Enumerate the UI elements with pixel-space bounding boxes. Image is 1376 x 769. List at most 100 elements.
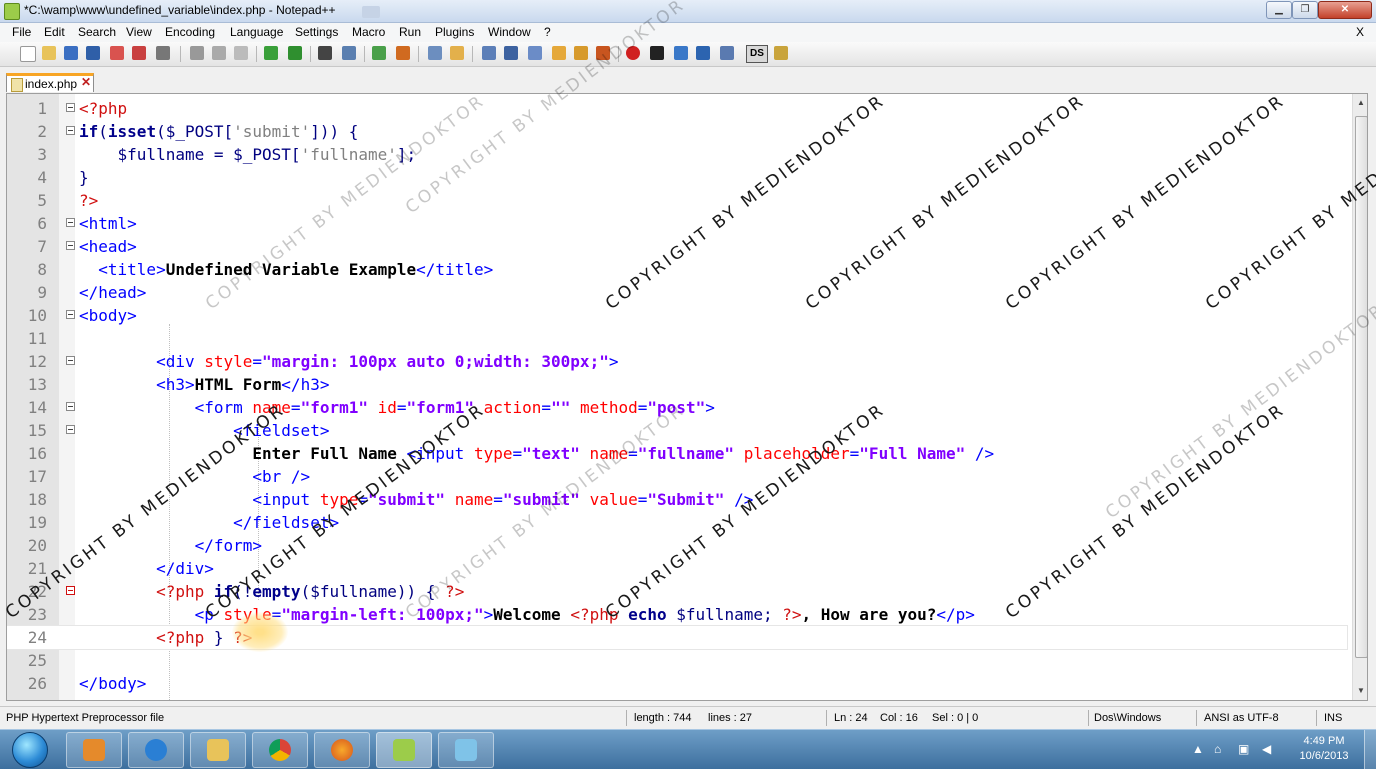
plugin-icon[interactable] [774,46,788,60]
menu-settings[interactable]: Settings [295,25,338,39]
close-all-icon[interactable] [132,46,146,60]
cut-icon[interactable] [190,46,204,60]
scroll-up-icon[interactable]: ▲ [1357,98,1365,107]
menu-language[interactable]: Language [230,25,283,39]
close-document-button[interactable]: X [1356,25,1364,39]
status-separator [1196,710,1197,726]
doc-map-icon[interactable] [574,46,588,60]
tab-close-icon[interactable]: ✕ [81,76,92,89]
word-wrap-icon[interactable] [482,46,496,60]
stop-macro-icon[interactable] [650,46,664,60]
code-line: 22 <?php if(!empty($fullname)) { ?> [7,580,1347,603]
zoom-out-icon[interactable] [396,46,410,60]
code-token: </form> [79,536,263,555]
code-line: 19 </fieldset> [7,511,1347,534]
scrollbar-thumb[interactable] [1355,116,1367,658]
maximize-button[interactable]: ❐ [1292,1,1318,19]
find-icon[interactable] [318,46,332,60]
menu-help[interactable]: ? [544,25,551,39]
tray-network-icon[interactable]: ▣ [1238,742,1249,756]
fold-toggle-icon[interactable] [66,402,75,411]
menu-view[interactable]: View [126,25,152,39]
code-token: <h3> [79,375,195,394]
sync-vertical-icon[interactable] [428,46,442,60]
fold-toggle-icon[interactable] [66,218,75,227]
code-token: ($_POST[ [156,122,234,141]
copy-icon[interactable] [212,46,226,60]
toolbar: DS [0,42,1376,67]
window-title: *C:\wamp\www\undefined_variable\index.ph… [24,3,336,17]
replace-icon[interactable] [342,46,356,60]
code-token: </head> [79,283,147,302]
tab-label: index.php [25,77,78,91]
close-window-button[interactable]: ✕ [1318,1,1372,19]
menu-macro[interactable]: Macro [352,25,385,39]
show-all-chars-icon[interactable] [504,46,518,60]
sync-horizontal-icon[interactable] [450,46,464,60]
function-list-icon[interactable] [596,46,610,60]
tab-index-php[interactable]: index.php ✕ [6,73,94,92]
zoom-in-icon[interactable] [372,46,386,60]
open-file-icon[interactable] [42,46,56,60]
fold-toggle-icon[interactable] [66,356,75,365]
code-token: <fieldset> [79,421,330,440]
new-file-icon[interactable] [20,46,36,62]
user-language-icon[interactable] [552,46,566,60]
line-number: 15 [27,421,47,440]
code-token: } [213,628,224,647]
tray-device-icon[interactable]: ⌂ [1214,742,1221,756]
taskbar-notepad[interactable] [438,732,494,768]
fold-toggle-icon[interactable] [66,586,75,595]
fold-toggle-icon[interactable] [66,103,75,112]
menu-plugins[interactable]: Plugins [435,25,474,39]
run-macro-multiple-icon[interactable] [696,46,710,60]
tray-volume-icon[interactable]: ◀ [1262,742,1271,756]
taskbar-notepadpp[interactable] [376,732,432,768]
menu-search[interactable]: Search [78,25,116,39]
fold-toggle-icon[interactable] [66,241,75,250]
fold-toggle-icon[interactable] [66,126,75,135]
taskbar-clock[interactable]: 4:49 PM 10/6/2013 [1288,734,1360,764]
firefox-icon [331,739,353,761]
menu-window[interactable]: Window [488,25,531,39]
taskbar-explorer[interactable] [190,732,246,768]
code-token: style [204,352,253,371]
tray-arrow-icon[interactable]: ▲ [1192,742,1204,756]
show-desktop-button[interactable] [1364,730,1376,769]
save-icon[interactable] [64,46,78,60]
fold-toggle-icon[interactable] [66,425,75,434]
menu-edit[interactable]: Edit [44,25,65,39]
record-macro-icon[interactable] [626,46,640,60]
code-token: = [637,490,648,509]
taskbar-media-player[interactable] [66,732,122,768]
undo-icon[interactable] [264,46,278,60]
indent-guide-icon[interactable] [528,46,542,60]
save-all-icon[interactable] [86,46,100,60]
scroll-down-icon[interactable]: ▼ [1357,686,1365,695]
print-icon[interactable] [156,46,170,60]
code-token: <head> [79,237,137,256]
code-token: Undefined Variable Example [165,260,417,279]
close-file-icon[interactable] [110,46,124,60]
save-macro-icon[interactable] [720,46,734,60]
taskbar-internet-explorer[interactable] [128,732,184,768]
status-separator [626,710,627,726]
taskbar-chrome[interactable] [252,732,308,768]
ds-button[interactable]: DS [746,45,768,63]
minimize-button[interactable]: ▁ [1266,1,1292,19]
code-token: <body> [79,306,137,325]
line-number: 12 [27,352,47,371]
start-button[interactable] [12,732,48,768]
code-editor[interactable]: 1 <?php 2 if(isset($_POST['submit'])) { … [6,93,1368,701]
menu-encoding[interactable]: Encoding [165,25,215,39]
menu-file[interactable]: File [12,25,31,39]
play-macro-icon[interactable] [674,46,688,60]
menu-run[interactable]: Run [399,25,421,39]
taskbar-firefox[interactable] [314,732,370,768]
toolbar-separator [310,46,311,62]
redo-icon[interactable] [288,46,302,60]
paste-icon[interactable] [234,46,248,60]
vertical-scrollbar[interactable]: ▲ ▼ [1352,94,1367,700]
fold-toggle-icon[interactable] [66,310,75,319]
status-separator [826,710,827,726]
